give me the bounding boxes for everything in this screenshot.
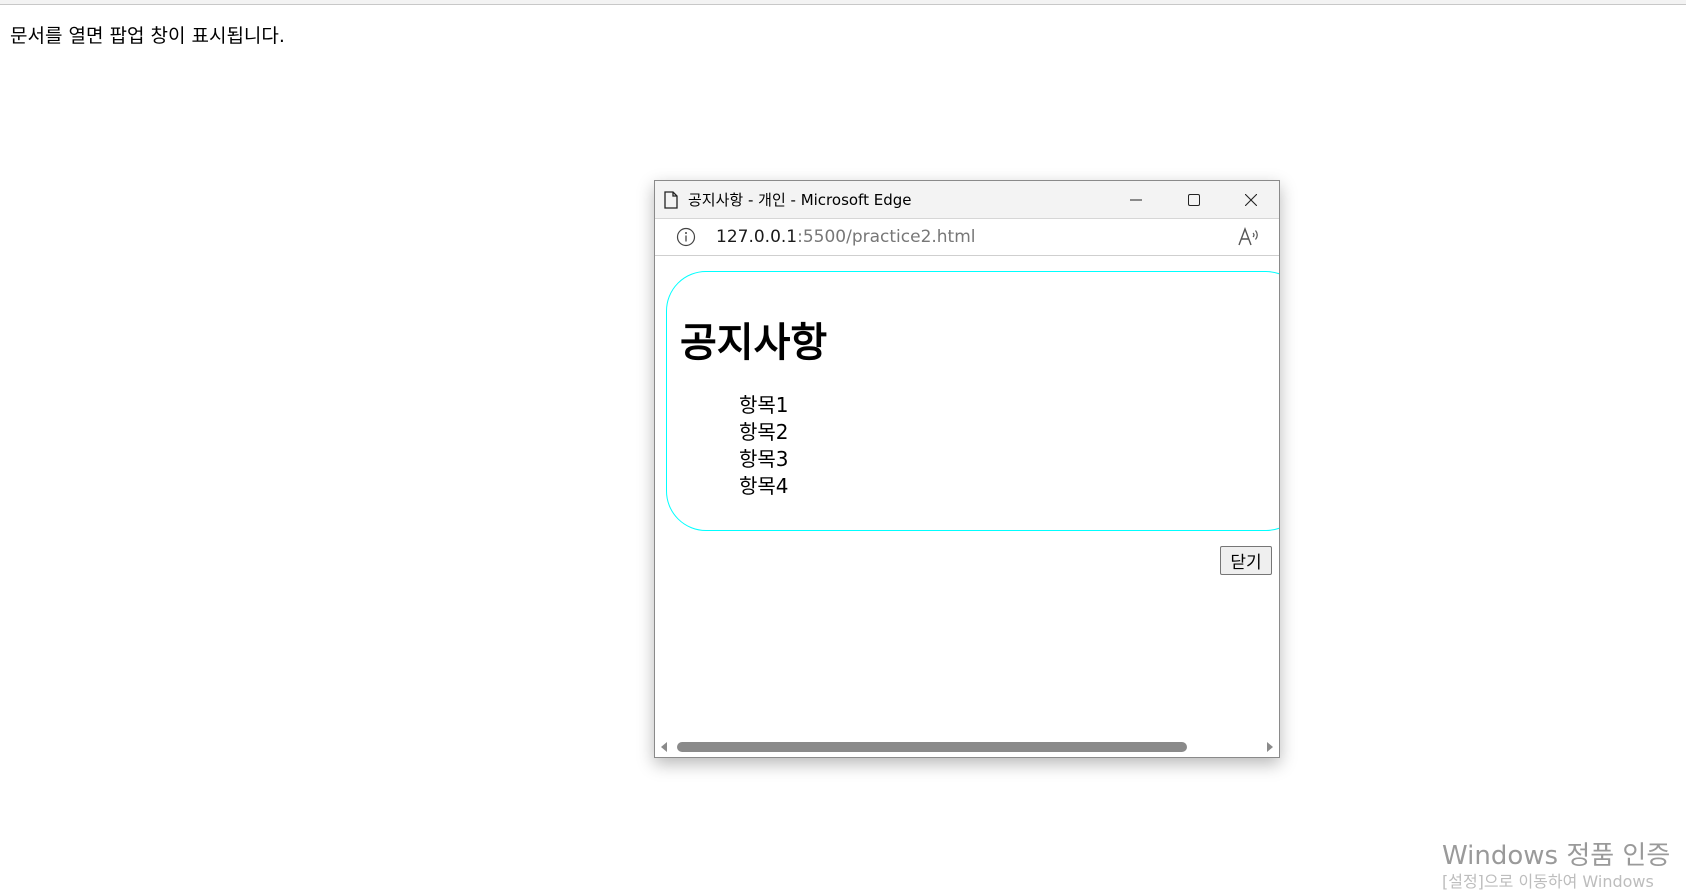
horizontal-scrollbar[interactable] (655, 737, 1279, 757)
scroll-right-icon[interactable] (1267, 742, 1273, 752)
browser-top-edge (0, 0, 1686, 5)
minimize-icon (1130, 199, 1142, 200)
list-item: 항목2 (739, 420, 789, 444)
url-host: 127.0.0.1 (716, 227, 798, 247)
read-aloud-icon[interactable] (1237, 226, 1261, 248)
popup-title: 공지사항 - 개인 - Microsoft Edge (688, 191, 912, 209)
notice-list: 항목1 항목2 항목3 항목4 (739, 392, 789, 500)
popup-window[interactable]: 공지사항 - 개인 - Microsoft Edge 127.0.0.1:550… (654, 180, 1280, 758)
document-icon (664, 190, 678, 209)
info-icon[interactable] (676, 227, 696, 247)
scrollbar-thumb[interactable] (677, 742, 1187, 752)
close-button[interactable]: 닫기 (1220, 546, 1272, 575)
minimize-button[interactable] (1107, 181, 1165, 218)
activation-watermark-title: Windows 정품 인증 (1442, 841, 1671, 871)
notice-box: 공지사항 항목1 항목2 항목3 항목4 (666, 271, 1279, 531)
scroll-left-icon[interactable] (661, 742, 667, 752)
maximize-button[interactable] (1165, 181, 1223, 218)
activation-watermark-subtitle: [설정]으로 이동하여 Windows (1442, 872, 1654, 891)
popup-content: 공지사항 항목1 항목2 항목3 항목4 닫기 (655, 256, 1279, 737)
close-window-button[interactable] (1222, 181, 1279, 218)
popup-titlebar[interactable]: 공지사항 - 개인 - Microsoft Edge (655, 181, 1279, 219)
list-item: 항목1 (739, 393, 789, 417)
notice-heading: 공지사항 (680, 320, 828, 366)
list-item: 항목4 (739, 474, 789, 498)
maximize-icon (1188, 193, 1200, 206)
address-bar[interactable]: 127.0.0.1:5500/practice2.html (655, 219, 1279, 256)
list-item: 항목3 (739, 447, 789, 471)
url-path: :5500/practice2.html (797, 227, 976, 247)
url-text[interactable]: 127.0.0.1:5500/practice2.html (716, 227, 976, 247)
page-message: 문서를 열면 팝업 창이 표시됩니다. (10, 25, 285, 47)
close-icon (1245, 193, 1257, 206)
